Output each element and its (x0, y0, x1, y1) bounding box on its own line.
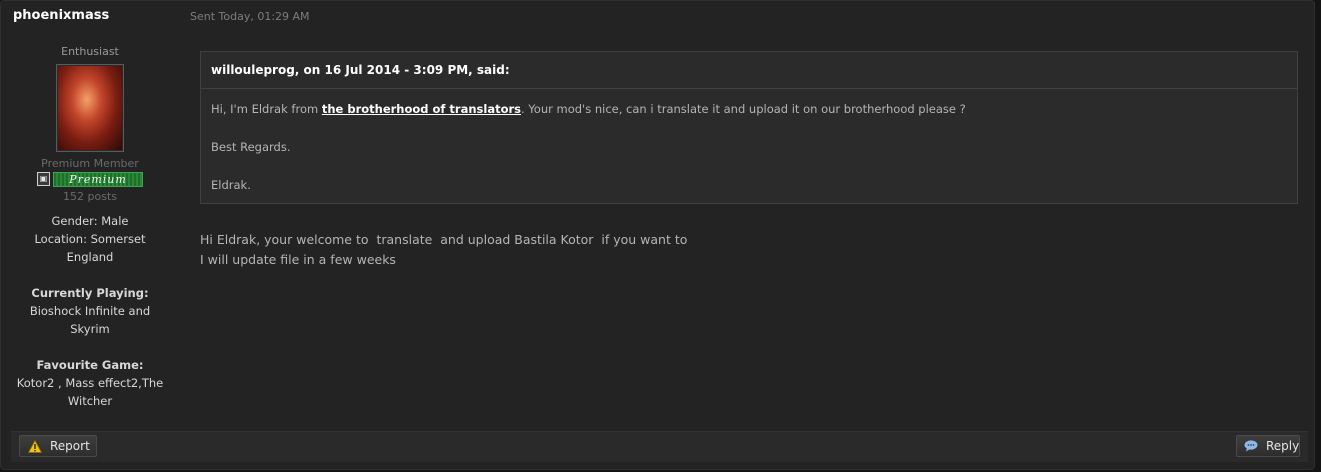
premium-badge-label: Premium (53, 171, 143, 187)
badge-icon: ▣ (37, 172, 50, 186)
location-field-line2: England (66, 250, 114, 264)
report-button[interactable]: Report (19, 435, 97, 457)
currently-playing-label: Currently Playing: (31, 286, 149, 300)
post-footer: Report Reply (11, 431, 1308, 462)
gender-field: Gender: Male (51, 214, 129, 228)
post-count: 152 posts (63, 190, 117, 203)
currently-playing-value: Bioshock Infinite and (29, 304, 151, 318)
speech-bubble-icon (1244, 440, 1258, 452)
favourite-game-value-line2: Witcher (67, 394, 113, 408)
quote-regards: Best Regards. (211, 140, 291, 154)
post-body: Hi Eldrak, your welcome to translate and… (200, 230, 687, 270)
avatar[interactable] (56, 64, 124, 152)
currently-playing-value-line2: Skyrim (70, 322, 110, 336)
member-title: Premium Member (41, 157, 139, 170)
quote-block: willouleprog, on 16 Jul 2014 - 3:09 PM, … (200, 51, 1298, 204)
avatar-image (58, 66, 122, 150)
quote-text-cont: . Your mod's nice, can i translate it an… (521, 102, 966, 116)
favourite-game-value: Kotor2 , Mass effect2,The (16, 376, 164, 390)
post-body-line: Hi Eldrak, your welcome to translate and… (200, 232, 688, 247)
member-rank: Enthusiast (61, 45, 119, 58)
quote-citation: willouleprog, on 16 Jul 2014 - 3:09 PM, … (201, 52, 1297, 89)
report-label: Report (50, 439, 90, 453)
location-field: Location: Somerset (34, 232, 146, 246)
author-username[interactable]: phoenixmass (13, 8, 109, 23)
reply-label: Reply (1266, 439, 1300, 453)
reply-button[interactable]: Reply (1236, 435, 1300, 457)
post-body-line: I will update file in a few weeks (200, 252, 396, 267)
premium-badge: ▣ Premium (37, 171, 143, 187)
quote-body: Hi, I'm Eldrak from the brotherhood of t… (201, 89, 1297, 195)
quote-signature: Eldrak. (211, 178, 251, 192)
profile-fields: Gender: Male Location: Somerset England … (1, 212, 179, 410)
brotherhood-link[interactable]: the brotherhood of translators (322, 102, 521, 116)
warning-icon (28, 439, 42, 453)
quote-text: Hi, I'm Eldrak from (211, 102, 322, 116)
post-timestamp: Sent Today, 01:29 AM (190, 10, 310, 23)
author-profile: Enthusiast Premium Member ▣ Premium 152 … (1, 45, 179, 410)
favourite-game-label: Favourite Game: (36, 358, 144, 372)
forum-post: phoenixmass Sent Today, 01:29 AM Enthusi… (0, 0, 1315, 470)
